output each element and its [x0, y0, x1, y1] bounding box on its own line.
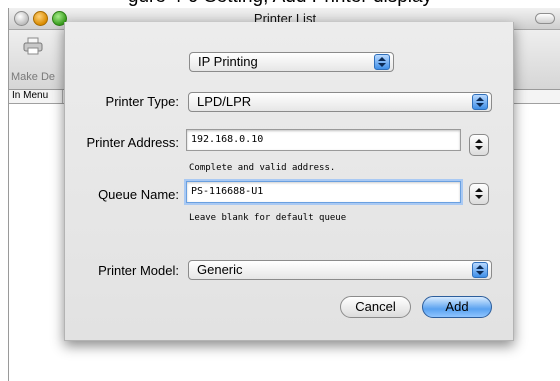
connection-type-popup[interactable]: IP Printing — [189, 52, 394, 72]
printer-type-label: Printer Type: — [105, 94, 179, 109]
address-history-stepper[interactable] — [469, 134, 489, 156]
figure-caption: gure 4-9 Setting, Add Printer display — [0, 0, 560, 8]
toolbar-toggle-icon[interactable] — [535, 13, 555, 24]
column-in-menu[interactable]: In Menu — [12, 90, 48, 101]
queue-name-label: Queue Name: — [98, 187, 179, 202]
column-divider — [62, 90, 63, 103]
add-button[interactable]: Add — [422, 296, 492, 318]
connection-type-value: IP Printing — [198, 54, 258, 69]
printer-icon[interactable] — [23, 37, 43, 55]
printer-model-popup[interactable]: Generic — [188, 260, 492, 280]
printer-address-label: Printer Address: — [86, 135, 180, 150]
queue-name-value: PS-116688-U1 — [191, 186, 264, 197]
popup-arrows-icon — [374, 54, 390, 70]
popup-arrows-icon — [472, 262, 488, 278]
printer-type-popup[interactable]: LPD/LPR — [188, 92, 492, 112]
queue-name-field[interactable]: PS-116688-U1 — [186, 181, 461, 203]
printer-model-value: Generic — [197, 262, 243, 277]
queue-history-stepper[interactable] — [469, 183, 489, 205]
queue-name-hint: Leave blank for default queue — [189, 213, 347, 223]
make-default-label[interactable]: Make De — [11, 71, 55, 83]
printer-address-hint: Complete and valid address. — [189, 163, 336, 173]
popup-arrows-icon — [472, 94, 488, 110]
printer-address-value: 192.168.0.10 — [191, 134, 264, 145]
cancel-button[interactable]: Cancel — [340, 296, 411, 318]
add-printer-sheet: IP Printing Printer Type: LPD/LPR Printe… — [64, 22, 514, 341]
printer-type-value: LPD/LPR — [197, 94, 252, 109]
printer-address-field[interactable]: 192.168.0.10 — [186, 129, 461, 151]
printer-model-label: Printer Model: — [98, 263, 179, 278]
